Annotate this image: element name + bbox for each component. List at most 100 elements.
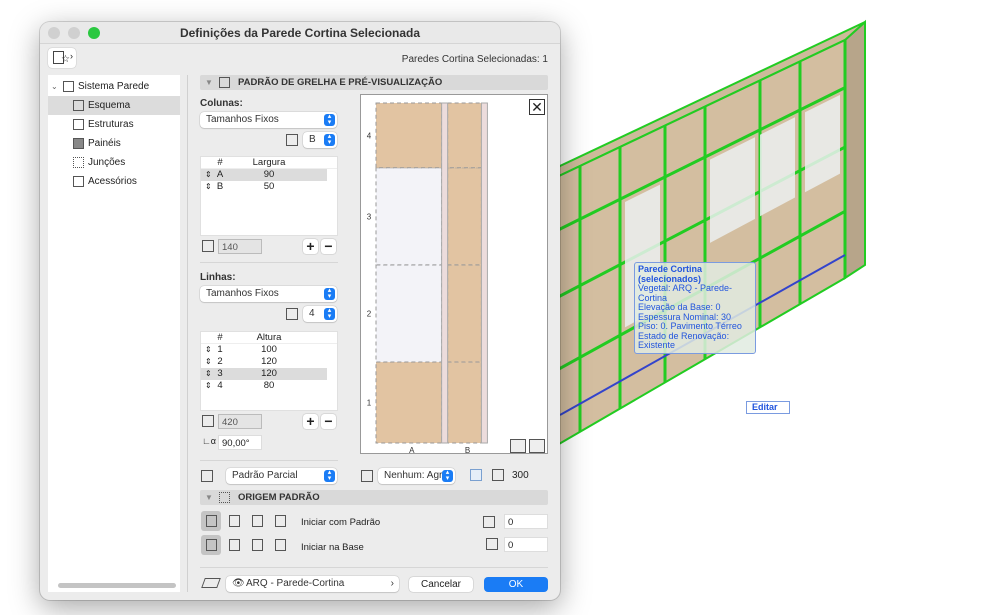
grid-view-icon[interactable]: [529, 439, 545, 453]
frame-option-select[interactable]: Nenhum: Agr... ▴ ▾: [378, 468, 455, 484]
edit-button[interactable]: Editar: [746, 401, 790, 414]
vertical-offset-field[interactable]: 0: [504, 537, 548, 552]
tree-root-curtain-wall-system[interactable]: ⌄ Sistema Parede Cortina: [48, 77, 180, 111]
column-header[interactable]: Altura: [227, 332, 311, 343]
preview-panel: [375, 167, 443, 266]
table-row[interactable]: ⇕ 4 80: [201, 380, 337, 392]
layer-select[interactable]: 👁 ARQ - Parede-Cortina ›: [226, 576, 399, 592]
rows-count-select[interactable]: 4 ▴ ▾: [303, 306, 337, 322]
select-value: Padrão Parcial: [232, 470, 298, 481]
add-row-button[interactable]: +: [303, 414, 318, 429]
total-width-icon: [202, 240, 214, 252]
grid-preview[interactable]: 1 2 3 4 A B ✕: [360, 94, 548, 455]
tooltip-title: Parede Cortina (selecionados): [638, 264, 703, 284]
sidebar-item-paineis[interactable]: Painéis: [48, 134, 180, 153]
sidebar-item-label: Acessórios: [88, 176, 137, 187]
add-column-button[interactable]: +: [303, 239, 318, 254]
disclosure-triangle-icon[interactable]: ▼: [205, 75, 213, 90]
favorites-button[interactable]: ☆ ›: [48, 48, 76, 68]
origin-center-left-button[interactable]: [224, 511, 244, 531]
drag-handle-icon[interactable]: ⇕: [205, 344, 212, 356]
origin-right-button[interactable]: [270, 511, 290, 531]
curtain-wall-icon: [63, 81, 74, 92]
rows-mode-select[interactable]: Tamanhos Fixos ▴ ▾: [200, 286, 337, 302]
preview-panel: [375, 264, 443, 363]
select-value: Tamanhos Fixos: [206, 288, 279, 299]
sidebar-scrollbar[interactable]: [58, 583, 176, 588]
row-count-icon: [286, 308, 298, 320]
row-value[interactable]: 100: [227, 344, 311, 356]
pattern-mode-select[interactable]: Padrão Parcial ▴ ▾: [226, 468, 337, 484]
height-value: 300: [512, 470, 529, 481]
remove-column-button[interactable]: −: [321, 239, 336, 254]
ok-button[interactable]: OK: [484, 577, 548, 592]
row-value[interactable]: 120: [227, 356, 311, 368]
preview-row-label: 4: [367, 131, 372, 140]
preview-panel: [447, 264, 482, 363]
grid-pattern-icon: [219, 77, 230, 88]
table-row[interactable]: ⇕ B 50: [201, 181, 337, 193]
frame-icon: [361, 470, 373, 482]
chevron-down-icon[interactable]: ⌄: [51, 77, 58, 96]
divider: [200, 460, 338, 461]
total-width-field: 140: [218, 239, 262, 254]
rows-view-icon[interactable]: [510, 439, 526, 453]
zoom-window-button[interactable]: [88, 27, 100, 39]
angle-field[interactable]: 90,00°: [218, 435, 262, 450]
title-bar: Definições da Parede Cortina Selecionada: [40, 22, 560, 44]
eye-icon: 👁: [232, 578, 245, 589]
sidebar-item-estruturas[interactable]: Estruturas: [48, 115, 180, 134]
origin-center-button[interactable]: [247, 511, 267, 531]
section-title: PADRÃO DE GRELHA E PRÉ-VISUALIZAÇÃO: [238, 77, 443, 88]
divider: [200, 567, 548, 568]
columns-mode-select[interactable]: Tamanhos Fixos ▴ ▾: [200, 112, 337, 128]
origin-left-button[interactable]: [201, 511, 221, 531]
origin-base-button[interactable]: [201, 535, 221, 555]
origin-lower-button[interactable]: [224, 535, 244, 555]
column-header[interactable]: Largura: [227, 157, 311, 168]
row-value[interactable]: 90: [227, 169, 311, 181]
table-row[interactable]: ⇕ 3 120: [201, 368, 327, 380]
drag-handle-icon[interactable]: ⇕: [205, 169, 212, 181]
sidebar-item-esquema[interactable]: Esquema: [48, 96, 180, 115]
row-value[interactable]: 120: [227, 368, 311, 380]
table-row[interactable]: ⇕ A 90: [201, 169, 327, 181]
total-height-icon: [202, 415, 214, 427]
drag-handle-icon[interactable]: ⇕: [205, 368, 212, 380]
origin-top-button[interactable]: [270, 535, 290, 555]
origin-section-header[interactable]: ▼ ORIGEM PADRÃO: [200, 490, 548, 505]
column-header: #: [217, 157, 223, 168]
remove-row-button[interactable]: −: [321, 414, 336, 429]
apply-to-selection-icon[interactable]: [470, 469, 482, 481]
preview-row-label: 2: [367, 309, 372, 318]
table-row[interactable]: ⇕ 1 100: [201, 344, 337, 356]
preview-row-label: 1: [367, 399, 372, 408]
preview-column-label: A: [409, 446, 415, 455]
sidebar-item-juncoes[interactable]: Junções: [48, 153, 180, 172]
origin-middle-button[interactable]: [247, 535, 267, 555]
close-window-button[interactable]: [48, 27, 60, 39]
row-value[interactable]: 80: [227, 380, 311, 392]
curtain-wall-settings-dialog: Definições da Parede Cortina Selecionada…: [40, 22, 560, 600]
row-id: 1: [217, 344, 223, 355]
preview-panel: [447, 361, 482, 444]
minimize-window-button[interactable]: [68, 27, 80, 39]
grid-section-header[interactable]: ▼ PADRÃO DE GRELHA E PRÉ-VISUALIZAÇÃO: [200, 75, 548, 90]
disclosure-triangle-icon[interactable]: ▼: [205, 490, 213, 505]
cancel-button[interactable]: Cancelar: [409, 577, 473, 592]
row-value[interactable]: 50: [227, 181, 311, 193]
sidebar-item-acessorios[interactable]: Acessórios: [48, 172, 180, 191]
columns-count-select[interactable]: B ▴ ▾: [303, 132, 337, 148]
select-value: Nenhum: Agr...: [384, 470, 451, 481]
preview-mullion: [480, 102, 488, 444]
column-header: #: [217, 332, 223, 343]
close-preview-icon[interactable]: ✕: [529, 99, 545, 115]
horizontal-offset-field[interactable]: 0: [504, 514, 548, 529]
drag-handle-icon[interactable]: ⇕: [205, 181, 212, 193]
settings-tree: ⌄ Sistema Parede Cortina Esquema Estrutu…: [48, 75, 180, 592]
drag-handle-icon[interactable]: ⇕: [205, 356, 212, 368]
drag-handle-icon[interactable]: ⇕: [205, 380, 212, 392]
preview-panel: [447, 167, 482, 266]
select-value: Tamanhos Fixos: [206, 114, 279, 125]
table-row[interactable]: ⇕ 2 120: [201, 356, 337, 368]
